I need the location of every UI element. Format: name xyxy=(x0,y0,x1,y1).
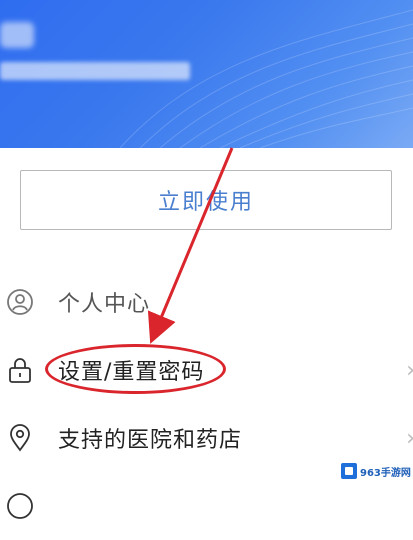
use-now-button[interactable]: 立即使用 xyxy=(20,170,392,230)
help-icon xyxy=(7,493,33,519)
use-now-label: 立即使用 xyxy=(157,190,254,215)
watermark-logo-icon xyxy=(341,463,357,479)
person-icon xyxy=(7,289,33,315)
watermark-text: 963手游网 xyxy=(360,467,411,479)
blurred-username xyxy=(0,22,34,48)
location-pin-icon xyxy=(10,424,30,452)
lock-icon xyxy=(9,358,31,383)
profile-header xyxy=(0,0,413,148)
menu-item-partial[interactable] xyxy=(0,472,413,540)
menu-item-label: 支持的医院和药店 xyxy=(58,428,243,453)
site-watermark: 963手游网 xyxy=(339,460,411,482)
menu-list: 个人中心 设置/重置密码 › 支持的医院和药店 › xyxy=(0,268,413,540)
chevron-right-icon: › xyxy=(406,358,413,383)
chevron-right-icon: › xyxy=(406,426,413,451)
menu-item-label: 个人中心 xyxy=(58,292,151,317)
menu-item-personal-center[interactable]: 个人中心 xyxy=(0,268,413,336)
blurred-user-info xyxy=(0,62,190,80)
menu-item-reset-password[interactable]: 设置/重置密码 › xyxy=(0,336,413,404)
menu-item-label: 设置/重置密码 xyxy=(58,360,205,385)
